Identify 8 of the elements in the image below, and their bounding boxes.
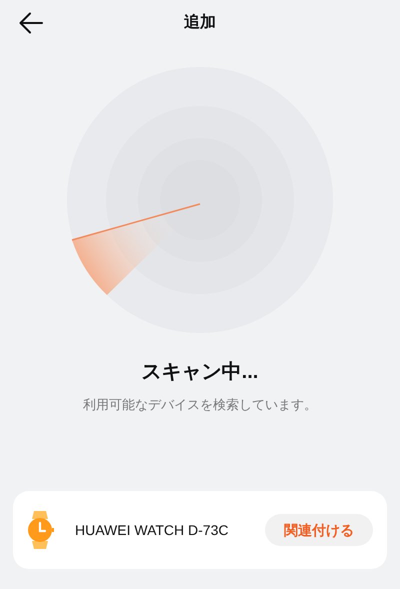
scan-status-title: スキャン中... [142,360,258,385]
back-arrow-icon [19,12,43,34]
scan-status-text: 利用可能なデバイスを検索しています。 [83,396,317,414]
page-title: 追加 [184,12,216,33]
back-button[interactable] [18,10,44,36]
pair-button[interactable]: 関連付ける [265,514,373,546]
watch-icon [27,509,55,551]
device-name: HUAWEI WATCH D-73C [75,520,230,540]
